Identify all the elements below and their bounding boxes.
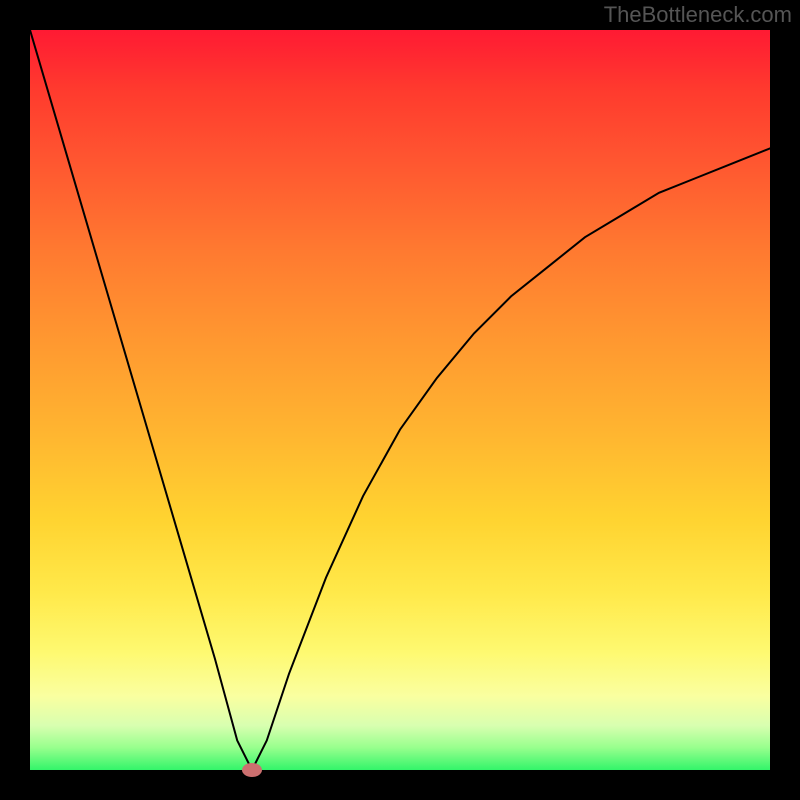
optimum-marker — [242, 763, 262, 777]
mismatch-curve — [30, 30, 770, 770]
watermark-text: TheBottleneck.com — [604, 2, 792, 28]
curve-path — [30, 30, 770, 770]
chart-plot-area — [30, 30, 770, 770]
